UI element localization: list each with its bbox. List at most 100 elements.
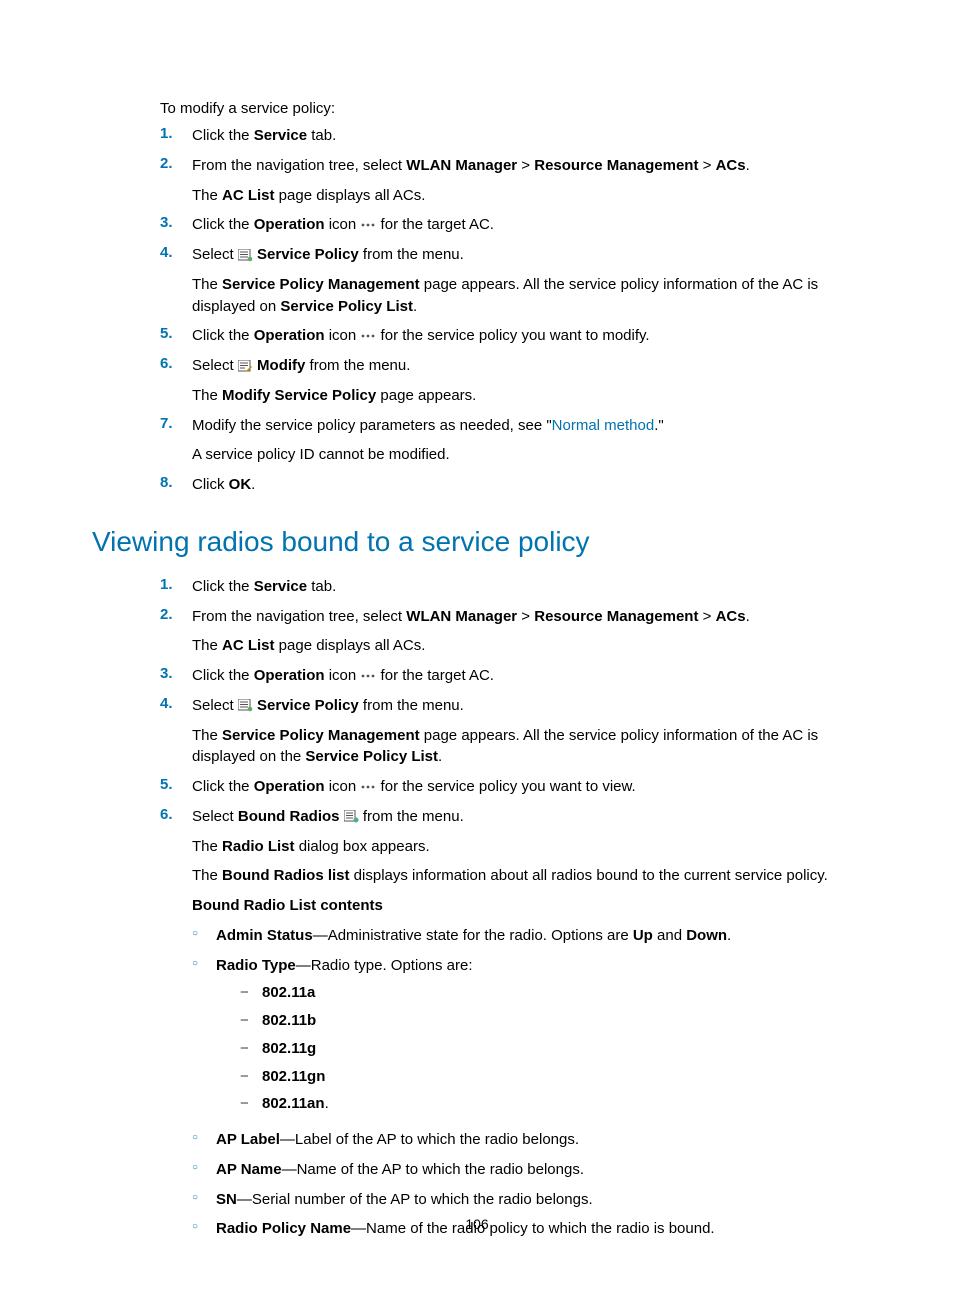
bullet-item: ○AP Label—Label of the AP to which the r… <box>192 1129 862 1151</box>
body-text: page displays all ACs. <box>275 637 426 654</box>
inline-link[interactable]: Normal method <box>552 417 655 434</box>
bullet-item: ○SN—Serial number of the AP to which the… <box>192 1189 862 1211</box>
bold-text: Service <box>254 127 307 144</box>
bold-text: Service Policy <box>257 246 359 263</box>
numbered-step: 8.Click OK. <box>160 474 862 496</box>
body-text: for the target AC. <box>376 667 494 684</box>
bold-text: OK <box>229 476 252 493</box>
bound-radios-icon <box>344 810 359 823</box>
bold-text: Up <box>633 927 653 944</box>
step-line: Click the Operation icon for the service… <box>192 325 862 347</box>
body-text: ." <box>654 417 664 434</box>
body-text: . <box>251 476 255 493</box>
body-text: from the menu. <box>359 246 464 263</box>
bullet-item: ○Admin Status—Administrative state for t… <box>192 925 862 947</box>
body-text: The <box>192 276 222 293</box>
step-line: Click OK. <box>192 474 862 496</box>
bold-text: Resource Management <box>534 608 698 625</box>
step-line: A service policy ID cannot be modified. <box>192 444 862 466</box>
bold-text: 802.11g <box>262 1040 316 1057</box>
body-text: The <box>192 187 222 204</box>
body-text: Select <box>192 357 238 374</box>
numbered-step: 6.Select Bound Radios from the menu.The … <box>160 806 862 1248</box>
dash-bullet-icon: − <box>240 1066 262 1088</box>
bold-text: Operation <box>254 778 325 795</box>
bullet-body: Admin Status—Administrative state for th… <box>216 925 862 947</box>
numbered-step: 1.Click the Service tab. <box>160 576 862 598</box>
bold-text: 802.11b <box>262 1012 316 1029</box>
body-text: Click the <box>192 127 254 144</box>
step-number: 7. <box>160 415 192 467</box>
numbered-step: 3.Click the Operation icon for the targe… <box>160 214 862 236</box>
body-text: —Administrative state for the radio. Opt… <box>313 927 633 944</box>
step-line: Select Bound Radios from the menu. <box>192 806 862 828</box>
step-body: Modify the service policy parameters as … <box>192 415 862 467</box>
bold-text: Resource Management <box>534 157 698 174</box>
step-number: 2. <box>160 155 192 207</box>
body-text: . <box>746 608 750 625</box>
numbered-step: 5.Click the Operation icon for the servi… <box>160 325 862 347</box>
page-number: 106 <box>0 1216 954 1232</box>
step-number: 3. <box>160 214 192 236</box>
body-text: from the menu. <box>359 697 464 714</box>
body-text: displays information about all radios bo… <box>350 867 828 884</box>
bold-text: Service Policy List <box>305 748 438 765</box>
ellipsis-icon <box>360 782 376 792</box>
step-line: The Bound Radios list displays informati… <box>192 865 862 887</box>
body-text: . <box>413 298 417 315</box>
bold-text: Operation <box>254 327 325 344</box>
step-line: Click the Service tab. <box>192 125 862 147</box>
body-text: > <box>698 608 715 625</box>
bullet-body: AP Label—Label of the AP to which the ra… <box>216 1129 862 1151</box>
body-text: Click the <box>192 578 254 595</box>
body-text: dialog box appears. <box>295 838 430 855</box>
step-line: Click the Operation icon for the service… <box>192 776 862 798</box>
bold-text: Radio List <box>222 838 295 855</box>
body-text: icon <box>325 667 361 684</box>
bold-text: WLAN Manager <box>406 157 517 174</box>
dash-bullet-icon: − <box>240 1093 262 1115</box>
dash-bullet-icon: − <box>240 982 262 1004</box>
body-text: from the menu. <box>359 808 464 825</box>
step-number: 5. <box>160 776 192 798</box>
numbered-step: 7.Modify the service policy parameters a… <box>160 415 862 467</box>
body-text: Click the <box>192 667 254 684</box>
step-line: The AC List page displays all ACs. <box>192 185 862 207</box>
body-text: for the service policy you want to modif… <box>376 327 649 344</box>
body-text: icon <box>325 216 361 233</box>
step-line: Select Service Policy from the menu. <box>192 695 862 717</box>
body-text: From the navigation tree, select <box>192 157 406 174</box>
step-body: Select Bound Radios from the menu. The Ra… <box>192 806 862 1248</box>
bold-text: Service Policy Management <box>222 276 420 293</box>
step-number: 4. <box>160 244 192 317</box>
step-line: Click the Operation icon for the target … <box>192 214 862 236</box>
bold-text: AP Name <box>216 1161 282 1178</box>
dash-bullet-icon: − <box>240 1010 262 1032</box>
body-text: A service policy ID cannot be modified. <box>192 446 450 463</box>
dash-list: −802.11a−802.11b−802.11g−802.11gn−802.11… <box>240 982 862 1115</box>
numbered-step: 2.From the navigation tree, select WLAN … <box>160 155 862 207</box>
body-text: and <box>653 927 686 944</box>
bold-text: ACs <box>716 157 746 174</box>
step-line: Modify the service policy parameters as … <box>192 415 862 437</box>
step-line: The Service Policy Management page appea… <box>192 274 862 318</box>
step-number: 5. <box>160 325 192 347</box>
body-text: —Label of the AP to which the radio belo… <box>280 1131 579 1148</box>
bold-text: SN <box>216 1191 237 1208</box>
body-text: from the menu. <box>305 357 410 374</box>
body-text: Select <box>192 246 238 263</box>
modify-icon <box>238 360 253 373</box>
dash-bullet-icon: − <box>240 1038 262 1060</box>
body-text: icon <box>325 778 361 795</box>
numbered-step: 2.From the navigation tree, select WLAN … <box>160 606 862 658</box>
step-body: From the navigation tree, select WLAN Ma… <box>192 606 862 658</box>
body-text: The <box>192 727 222 744</box>
circle-bullet-icon: ○ <box>192 1189 216 1211</box>
body-text: Select <box>192 808 238 825</box>
bold-text: ACs <box>716 608 746 625</box>
step-number: 6. <box>160 355 192 407</box>
body-text: Click the <box>192 216 254 233</box>
body-text: The <box>192 637 222 654</box>
body-text: The <box>192 838 222 855</box>
body-text: Click the <box>192 778 254 795</box>
